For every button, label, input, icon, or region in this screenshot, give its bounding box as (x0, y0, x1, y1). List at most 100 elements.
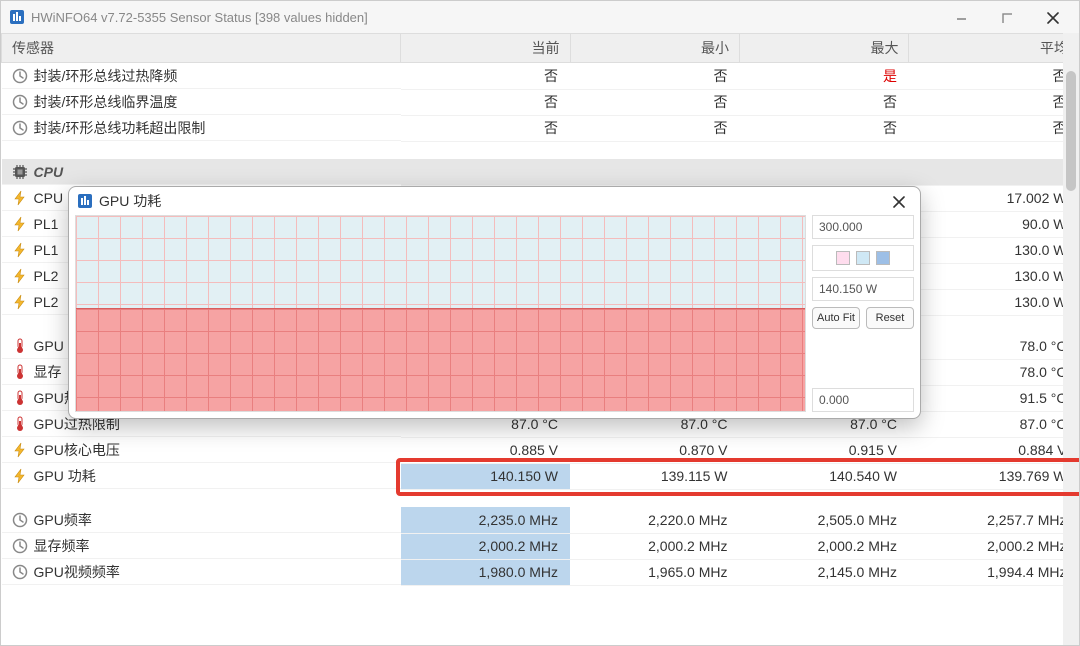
graph-legend (812, 245, 914, 271)
val-avg: 78.0 °C (909, 333, 1079, 359)
maximize-button[interactable] (983, 1, 1029, 33)
val-min: 2,220.0 MHz (570, 507, 739, 533)
group-cpu[interactable]: CPU (2, 159, 1079, 185)
val-current: 140.150 W (401, 463, 570, 489)
clock-icon (12, 564, 28, 580)
clock-icon (12, 538, 28, 554)
val-cur: 2,235.0 MHz (401, 507, 570, 533)
sensor-name: GPU频率 (34, 510, 92, 530)
titlebar[interactable]: HWiNFO64 v7.72-5355 Sensor Status [398 v… (1, 1, 1079, 33)
sensor-name: CPU (34, 190, 64, 206)
close-button[interactable] (1029, 1, 1075, 33)
reset-button[interactable]: Reset (866, 307, 914, 329)
graph-min-value: 0.000 (812, 388, 914, 412)
val-avg: 否 (909, 115, 1079, 141)
bolt-icon (12, 268, 28, 284)
table-row[interactable]: 封装/环形总线功耗超出限制否否否否 (2, 115, 1079, 141)
legend-swatch (836, 251, 850, 265)
clock-icon (12, 512, 28, 528)
autofit-button[interactable]: Auto Fit (812, 307, 860, 329)
val-min: 1,965.0 MHz (570, 559, 739, 585)
val-max: 否 (740, 89, 909, 115)
val-cur: 否 (401, 63, 570, 90)
table-row[interactable]: 显存频率2,000.2 MHz2,000.2 MHz2,000.2 MHz2,0… (2, 533, 1079, 559)
table-row[interactable]: 封装/环形总线临界温度否否否否 (2, 89, 1079, 115)
sensor-name: GPU视频频率 (34, 562, 120, 582)
val-max: 2,505.0 MHz (740, 507, 909, 533)
val-max: 2,000.2 MHz (740, 533, 909, 559)
val-avg: 2,000.2 MHz (909, 533, 1079, 559)
val-avg: 否 (909, 63, 1079, 90)
popup-close-button[interactable] (884, 187, 912, 215)
scrollbar-thumb[interactable] (1066, 71, 1076, 191)
val-avg: 17.002 W (909, 185, 1079, 211)
val-avg: 否 (909, 89, 1079, 115)
app-icon (9, 9, 25, 25)
table-row[interactable]: GPU频率 2,235.0 MHz2,220.0 MHz2,505.0 MHz2,… (2, 507, 1079, 533)
val-avg: 91.5 °C (909, 385, 1079, 411)
clock-icon (12, 68, 28, 84)
legend-swatch (856, 251, 870, 265)
val-min: 否 (570, 63, 739, 90)
val-avg: 90.0 W (909, 211, 1079, 237)
table-row[interactable]: 封装/环形总线过热降频否否是否 (2, 63, 1079, 90)
col-current[interactable]: 当前 (401, 34, 570, 63)
val-avg: 139.769 W (909, 463, 1079, 489)
app-icon (77, 193, 93, 209)
col-avg[interactable]: 平均 (909, 34, 1079, 63)
val-min: 否 (570, 115, 739, 141)
val-cur: 0.885 V (401, 437, 570, 463)
thermo-icon (12, 338, 28, 354)
sensor-name: 显存频率 (34, 536, 90, 556)
val-avg: 130.0 W (909, 237, 1079, 263)
val-max: 0.915 V (740, 437, 909, 463)
val-max: 否 (740, 115, 909, 141)
bolt-icon (12, 190, 28, 206)
graph-max-value: 300.000 (812, 215, 914, 239)
sensor-name: GPU (34, 338, 64, 354)
sensor-name: 封装/环形总线功耗超出限制 (34, 118, 206, 138)
group-label: CPU (34, 164, 64, 180)
bolt-icon (12, 216, 28, 232)
window-title: HWiNFO64 v7.72-5355 Sensor Status [398 v… (31, 10, 937, 25)
val-avg: 130.0 W (909, 263, 1079, 289)
bolt-icon (12, 468, 28, 484)
graph-fill (76, 308, 805, 411)
col-max[interactable]: 最大 (740, 34, 909, 63)
sensor-name: PL1 (34, 242, 59, 258)
col-sensor[interactable]: 传感器 (2, 34, 401, 63)
graph-side-panel: 300.000 140.150 W Auto Fit Reset 0.000 (812, 215, 914, 412)
table-header[interactable]: 传感器 当前 最小 最大 平均 (2, 34, 1079, 63)
minimize-button[interactable] (937, 1, 983, 33)
val-avg: 78.0 °C (909, 359, 1079, 385)
bolt-icon (12, 242, 28, 258)
val-min: 139.115 W (570, 463, 739, 489)
val-max: 2,145.0 MHz (740, 559, 909, 585)
table-row[interactable]: GPU核心电压0.885 V0.870 V0.915 V0.884 V (2, 437, 1079, 463)
scrollbar[interactable] (1063, 33, 1079, 645)
val-avg: 1,994.4 MHz (909, 559, 1079, 585)
val-cur: 2,000.2 MHz (401, 533, 570, 559)
sensor-name: 封装/环形总线临界温度 (34, 92, 178, 112)
popup-graph-window[interactable]: GPU 功耗 300.000 140.150 W Auto Fit Reset (68, 186, 921, 419)
sensor-name: PL2 (34, 268, 59, 284)
popup-titlebar[interactable]: GPU 功耗 (69, 187, 920, 215)
bolt-icon (12, 442, 28, 458)
popup-title: GPU 功耗 (99, 191, 884, 211)
val-avg: 87.0 °C (909, 411, 1079, 437)
sensor-name: PL1 (34, 216, 59, 232)
val-cur: 否 (401, 115, 570, 141)
val-avg: 2,257.7 MHz (909, 507, 1079, 533)
val-avg: 0.884 V (909, 437, 1079, 463)
graph-area[interactable] (75, 215, 806, 412)
table-row[interactable]: GPU视频频率1,980.0 MHz1,965.0 MHz2,145.0 MHz… (2, 559, 1079, 585)
val-max: 是 (740, 63, 909, 90)
sensor-name: GPU 功耗 (34, 466, 96, 486)
col-min[interactable]: 最小 (570, 34, 739, 63)
val-cur: 否 (401, 89, 570, 115)
main-window: HWiNFO64 v7.72-5355 Sensor Status [398 v… (0, 0, 1080, 646)
val-max: 140.540 W (740, 463, 909, 489)
val-avg: 130.0 W (909, 289, 1079, 315)
sensor-name: 显存 (34, 362, 62, 382)
row-gpu-power[interactable]: GPU 功耗 140.150 W 139.115 W 140.540 W 139… (2, 463, 1079, 489)
